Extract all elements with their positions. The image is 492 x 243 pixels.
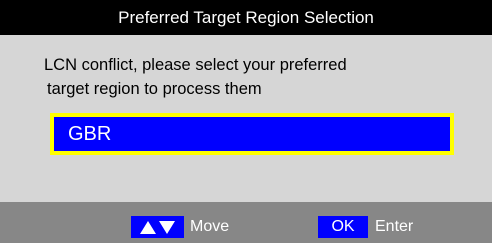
up-arrow-icon [140, 220, 156, 234]
enter-label: Enter [375, 218, 414, 235]
enter-hint: OK Enter [318, 216, 413, 238]
up-down-arrow-icon [131, 216, 184, 238]
dialog-title: Preferred Target Region Selection [118, 7, 374, 27]
move-label: Move [190, 218, 230, 235]
ok-key-badge: OK [318, 216, 368, 238]
down-arrow-icon [159, 220, 175, 234]
move-hint: Move [131, 216, 229, 238]
message-line-2: target region to process them [47, 80, 262, 98]
region-option-selected[interactable]: GBR [50, 113, 454, 155]
dialog-title-bar: Preferred Target Region Selection [0, 0, 492, 35]
footer-hint-bar: Move OK Enter [0, 202, 492, 243]
conflict-message: LCN conflict, please select your preferr… [44, 53, 464, 101]
message-line-1: LCN conflict, please select your preferr… [44, 56, 347, 74]
region-option-label: GBR [68, 122, 112, 145]
dialog-panel: LCN conflict, please select your preferr… [0, 35, 492, 202]
